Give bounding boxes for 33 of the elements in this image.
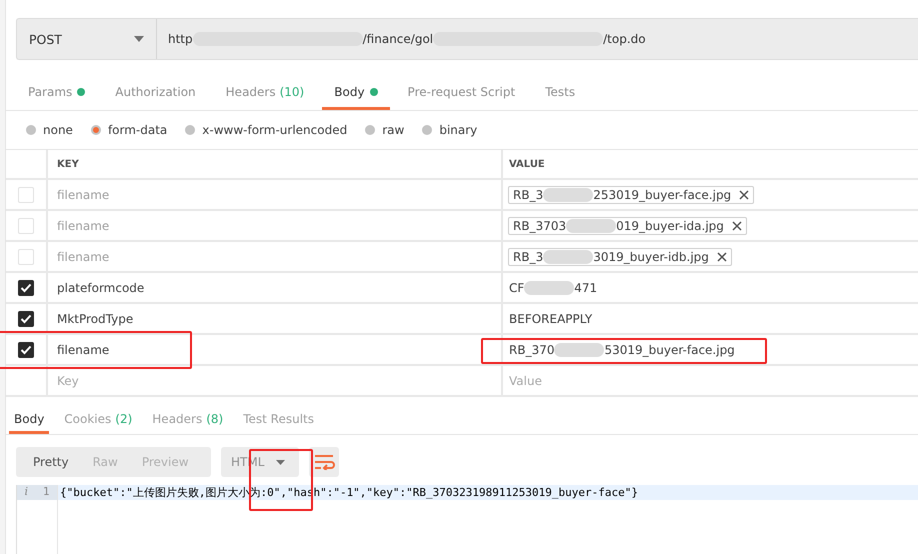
value-text: RB_370 53019_buyer-face.jpg <box>508 342 735 356</box>
wrap-lines-icon <box>313 454 335 470</box>
line-number: 1 <box>42 485 50 500</box>
body-type-radio[interactable]: none <box>26 123 73 137</box>
key-text: filename <box>57 250 110 264</box>
caret-icon <box>276 460 285 464</box>
row-checkbox[interactable] <box>18 280 34 296</box>
file-chip[interactable]: RB_3703 019_buyer-ida.jpg <box>508 216 747 234</box>
body-type-radio[interactable]: binary <box>422 123 478 137</box>
column-header: VALUE <box>508 158 546 172</box>
key-text: filename <box>57 188 110 202</box>
column-header: KEY <box>48 150 503 178</box>
row-checkbox[interactable] <box>18 310 34 326</box>
close-icon[interactable] <box>739 190 750 200</box>
view-button[interactable]: Pretty <box>21 447 81 477</box>
response-tab[interactable]: Body <box>9 406 50 434</box>
row-checkbox[interactable] <box>18 342 34 358</box>
body-type-radio[interactable]: x-www-form-urlencoded <box>185 123 348 137</box>
value-text: BEFOREAPPLY <box>508 312 592 326</box>
key-text: filename <box>57 342 110 356</box>
key-text: MktProdType <box>57 312 134 326</box>
key-text: plateformcode <box>57 280 144 294</box>
wrap-lines-button[interactable] <box>309 447 339 477</box>
close-icon[interactable] <box>732 220 742 230</box>
file-chip[interactable]: RB_3 253019_buyer-face.jpg <box>508 186 754 204</box>
key-text: filename <box>57 218 110 232</box>
body-type-radio[interactable]: form-data <box>90 123 168 137</box>
body-type-radio[interactable]: raw <box>365 123 404 137</box>
info-icon: i <box>24 485 28 500</box>
request-tab[interactable]: Body <box>322 77 390 110</box>
file-chip[interactable]: RB_3 3019_buyer-idb.jpg <box>508 248 732 266</box>
value-text: CF 471 <box>508 280 598 294</box>
close-icon[interactable] <box>716 252 727 262</box>
